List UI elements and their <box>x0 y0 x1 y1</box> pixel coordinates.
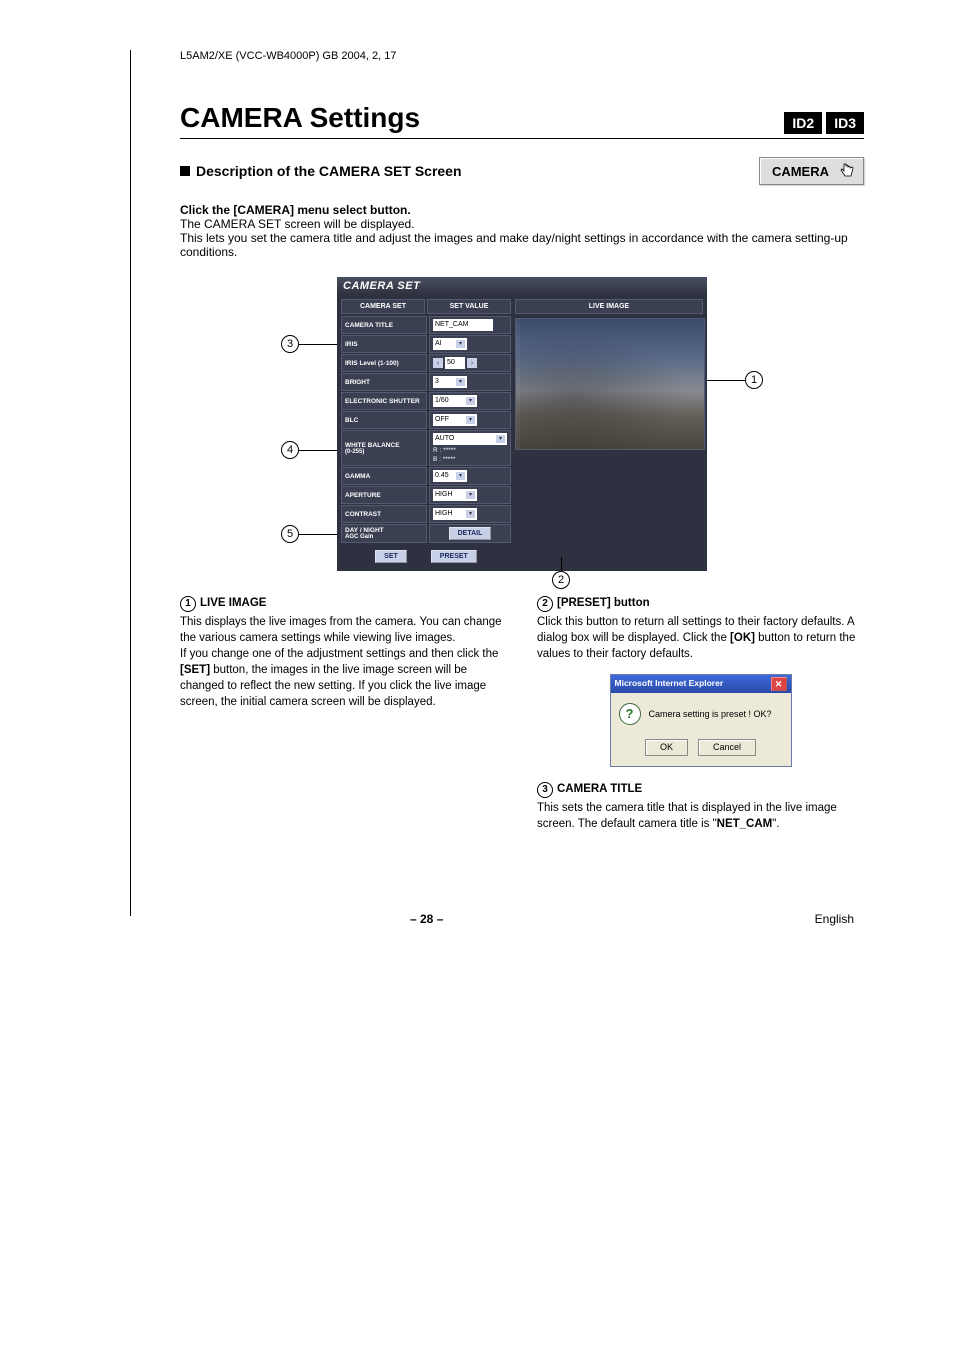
wb-b-value: B : ***** <box>433 456 507 463</box>
label-white-balance: WHITE BALANCE (0-255) <box>341 430 427 466</box>
label-electronic-shutter: ELECTRONIC SHUTTER <box>341 392 427 410</box>
item1-p1: This displays the live images from the c… <box>180 614 507 646</box>
label-iris-level: IRIS Level (1-100) <box>341 354 427 372</box>
select-gamma[interactable]: 0.45▾ <box>433 470 467 482</box>
chevron-down-icon: ▾ <box>456 340 465 348</box>
document-header: L5AM2/XE (VCC-WB4000P) GB 2004, 2, 17 <box>180 50 864 62</box>
camera-menu-button[interactable]: CAMERA <box>759 157 864 185</box>
label-bright: BRIGHT <box>341 373 427 391</box>
page-title: CAMERA Settings <box>180 102 420 134</box>
instruction-block: Click the [CAMERA] menu select button. T… <box>180 203 864 259</box>
label-camera-title: CAMERA TITLE <box>341 316 427 334</box>
callout-4: 4 <box>281 441 337 459</box>
select-iris[interactable]: AI▾ <box>433 338 467 350</box>
chevron-down-icon: ▾ <box>496 435 505 443</box>
label-iris: IRIS <box>341 335 427 353</box>
item3-p1: This sets the camera title that is displ… <box>537 800 864 832</box>
iris-level-decrement[interactable]: ‹ <box>433 358 443 368</box>
label-contrast: CONTRAST <box>341 505 427 523</box>
close-icon[interactable]: ✕ <box>771 677 787 691</box>
select-blc[interactable]: OFF▾ <box>433 414 477 426</box>
label-blc: BLC <box>341 411 427 429</box>
select-bright[interactable]: 3▾ <box>433 376 467 388</box>
item2-p1: Click this button to return all settings… <box>537 614 864 662</box>
dialog-title: Microsoft Internet Explorer <box>615 678 724 690</box>
chevron-down-icon: ▾ <box>466 397 475 405</box>
item1-p2: If you change one of the adjustment sett… <box>180 646 507 710</box>
camera-set-screenshot: 3 4 5 1 CAMERA SET CA <box>337 277 707 571</box>
instruction-line1: Click the [CAMERA] menu select button. <box>180 203 864 217</box>
callout-2: 2 <box>552 557 570 589</box>
select-electronic-shutter[interactable]: 1/60▾ <box>433 395 477 407</box>
badge-id3: ID3 <box>826 112 864 134</box>
chevron-down-icon: ▾ <box>466 491 475 499</box>
preset-button[interactable]: PRESET <box>431 550 477 563</box>
dialog-ok-button[interactable]: OK <box>645 739 688 756</box>
badge-id2: ID2 <box>784 112 822 134</box>
chevron-down-icon: ▾ <box>466 416 475 424</box>
chevron-down-icon: ▾ <box>456 378 465 386</box>
input-camera-title[interactable]: NET_CAM <box>433 319 493 331</box>
panel-title: CAMERA SET <box>337 277 707 295</box>
input-iris-level[interactable]: 50 <box>445 357 465 369</box>
page-footer: – 28 – English <box>180 912 864 926</box>
page-number: – 28 – <box>410 912 443 926</box>
col-header-camera-set: CAMERA SET <box>341 299 425 314</box>
iris-level-increment[interactable]: › <box>467 358 477 368</box>
dialog-cancel-button[interactable]: Cancel <box>698 739 756 756</box>
label-aperture: APERTURE <box>341 486 427 504</box>
col-header-set-value: SET VALUE <box>427 299 511 314</box>
select-white-balance[interactable]: AUTO▾ <box>433 433 507 445</box>
chevron-down-icon: ▾ <box>456 472 465 480</box>
left-rule <box>130 50 131 916</box>
bullet-square-icon <box>180 166 190 176</box>
camera-button-label: CAMERA <box>772 164 829 179</box>
wb-r-value: R : ***** <box>433 447 507 454</box>
instruction-line3: This lets you set the camera title and a… <box>180 231 864 259</box>
live-image-overlay <box>516 319 704 449</box>
item2-heading: 2[PRESET] button <box>537 595 864 612</box>
callout-3: 3 <box>281 335 337 353</box>
subheading-text: Description of the CAMERA SET Screen <box>196 163 462 179</box>
set-button[interactable]: SET <box>375 550 407 563</box>
live-image-display[interactable] <box>515 318 705 450</box>
question-icon: ? <box>619 703 641 725</box>
section-subheading: Description of the CAMERA SET Screen <box>180 163 462 179</box>
select-contrast[interactable]: HIGH▾ <box>433 508 477 520</box>
hand-cursor-icon <box>839 162 855 180</box>
callout-1: 1 <box>707 371 763 389</box>
id-badges: ID2 ID3 <box>784 112 864 134</box>
label-day-night: DAY / NIGHT AGC Gain <box>341 524 427 543</box>
item3-heading: 3CAMERA TITLE <box>537 781 864 798</box>
label-gamma: GAMMA <box>341 467 427 485</box>
item1-heading: 1LIVE IMAGE <box>180 595 507 612</box>
callout-5: 5 <box>281 525 337 543</box>
chevron-down-icon: ▾ <box>466 510 475 518</box>
preset-dialog: Microsoft Internet Explorer ✕ ? Camera s… <box>610 674 792 767</box>
dialog-message: Camera setting is preset ! OK? <box>649 708 772 721</box>
page-language: English <box>815 912 854 926</box>
select-aperture[interactable]: HIGH▾ <box>433 489 477 501</box>
live-image-header: LIVE IMAGE <box>515 299 703 314</box>
detail-button[interactable]: DETAIL <box>449 527 492 540</box>
instruction-line2: The CAMERA SET screen will be displayed. <box>180 217 864 231</box>
